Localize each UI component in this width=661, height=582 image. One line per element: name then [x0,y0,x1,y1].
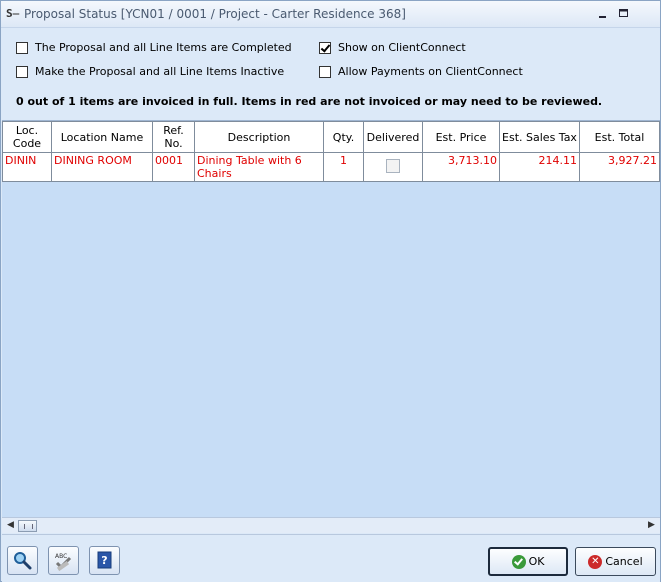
scroll-left-icon[interactable]: ◀ [7,520,14,530]
magnifier-icon [14,552,32,570]
help-icon: ? [97,551,112,569]
est-total-cell[interactable]: 3,927.21 [579,152,660,182]
est-sales-tax-cell[interactable]: 214.11 [499,152,580,182]
window-title: Proposal Status [YCN01 / 0001 / Project … [24,7,406,21]
cancel-icon: ✕ [588,554,603,569]
table-header-row: Loc. Code Location Name Ref. No. Descrip… [2,121,660,153]
loc-code-cell[interactable]: DININ [2,152,52,182]
minimize-icon[interactable] [595,5,611,21]
spellcheck-button[interactable]: ABC [48,546,79,575]
column-header[interactable]: Qty. [323,121,364,153]
column-header[interactable]: Description [194,121,324,153]
column-header[interactable]: Est. Total [579,121,660,153]
svg-text:ABC: ABC [55,553,67,560]
show-clientconnect-option[interactable]: Show on ClientConnect [319,41,466,54]
ok-icon [511,554,526,569]
proposal-status-window: S̶ Proposal Status [YCN01 / 0001 / Proje… [0,0,661,582]
completed-option[interactable]: The Proposal and all Line Items are Comp… [16,41,292,54]
column-header[interactable]: Location Name [51,121,153,153]
ref-no-cell[interactable]: 0001 [152,152,195,182]
svg-text:?: ? [101,554,107,567]
delivered-cell[interactable] [363,152,423,182]
inactive-option[interactable]: Make the Proposal and all Line Items Ina… [16,65,284,78]
location-name-cell[interactable]: DINING ROOM [51,152,153,182]
ok-label: OK [528,555,545,568]
column-header[interactable]: Loc. Code [2,121,52,153]
allow-payments-option[interactable]: Allow Payments on ClientConnect [319,65,523,78]
column-header[interactable]: Est. Sales Tax [499,121,580,153]
spellcheck-icon: ABC [55,553,72,572]
search-button[interactable] [7,546,38,575]
delivered-checkbox[interactable] [386,159,400,173]
ok-button[interactable]: OK [488,547,568,576]
allow-payments-label: Allow Payments on ClientConnect [338,65,523,78]
title-bar: S̶ Proposal Status [YCN01 / 0001 / Proje… [1,1,660,28]
options-panel: The Proposal and all Line Items are Comp… [2,29,660,119]
scroll-right-icon[interactable]: ▶ [648,520,655,530]
est-price-cell[interactable]: 3,713.10 [422,152,500,182]
footer-toolbar: ABC ? OK ✕ Cancel [2,534,660,582]
line-items-table: Loc. Code Location Name Ref. No. Descrip… [2,121,660,182]
invoice-summary-text: 0 out of 1 items are invoiced in full. I… [16,95,603,108]
column-header[interactable]: Delivered [363,121,423,153]
column-header[interactable]: Ref. No. [152,121,195,153]
inactive-label: Make the Proposal and all Line Items Ina… [35,65,285,78]
show-clientconnect-label: Show on ClientConnect [338,41,466,54]
app-icon: S̶ [6,7,20,20]
horizontal-scrollbar[interactable]: ◀ ▶ [2,517,660,533]
allow-payments-checkbox[interactable] [319,65,331,78]
column-header[interactable]: Est. Price [422,121,500,153]
completed-label: The Proposal and all Line Items are Comp… [35,41,292,54]
qty-cell[interactable]: 1 [323,152,364,182]
inactive-checkbox[interactable] [16,65,28,78]
table-row[interactable]: DININ DINING ROOM 0001 Dining Table with… [2,152,660,182]
cancel-button[interactable]: ✕ Cancel [575,547,656,576]
show-clientconnect-checkbox[interactable] [319,41,331,54]
scroll-thumb[interactable] [18,520,37,532]
line-items-grid[interactable]: Loc. Code Location Name Ref. No. Descrip… [2,120,660,517]
completed-checkbox[interactable] [16,41,28,54]
description-cell[interactable]: Dining Table with 6 Chairs [194,152,324,182]
help-button[interactable]: ? [89,546,120,575]
cancel-label: Cancel [605,555,643,568]
maximize-icon[interactable] [616,5,632,21]
